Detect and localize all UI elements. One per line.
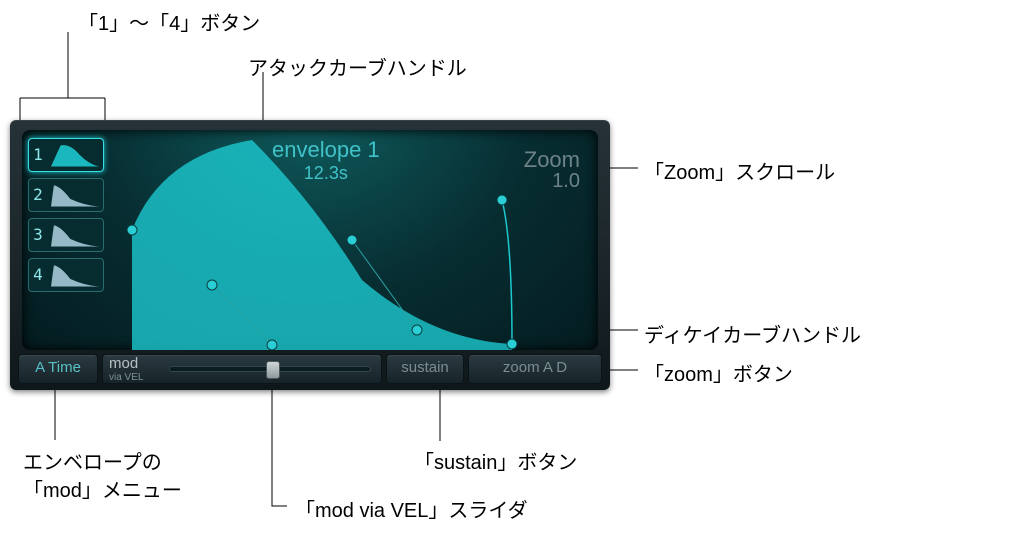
zoom-label: Zoom [524,147,580,172]
env-select-4-label: 4 [29,267,47,283]
env-thumb-4 [51,263,99,287]
envelope-bottom-row: A Time mod via VEL sustain zoom A D [18,354,602,384]
envelope-name: envelope 1 [272,137,380,162]
callout-sustain-button: 「sustain」ボタン [414,446,577,475]
zoom-ad-button[interactable]: zoom A D [468,354,602,384]
callout-attack-handle: アタックカーブハンドル [248,52,467,81]
mod-label-sub: via VEL [109,373,165,383]
env-thumb-2 [51,183,99,207]
callout-mod-menu-line2: 「mod」メニュー [23,474,182,503]
callout-zoom-scroll: 「Zoom」スクロール [644,156,835,185]
envelope-time: 12.3s [272,164,380,184]
callout-decay-handle: ディケイカーブハンドル [644,319,861,348]
sustain-button[interactable]: sustain [386,354,464,384]
release-handle[interactable] [497,195,507,205]
mod-via-vel-slider[interactable] [169,366,371,372]
mod-label-main: mod [109,355,138,372]
envelope-panel: 1 2 3 4 [10,120,610,390]
decay-curve-handle-mid[interactable] [412,325,422,335]
mod-label: mod via VEL [109,356,165,383]
callout-mod-slider: 「mod via VEL」スライダ [295,494,528,523]
env-select-3[interactable]: 3 [28,218,104,252]
decay-curve-handle-upper[interactable] [347,235,357,245]
env-select-2[interactable]: 2 [28,178,104,212]
zoom-scroll[interactable]: Zoom 1.0 [524,148,580,192]
decay-curve-handle[interactable] [507,339,517,349]
env-thumb-1 [51,143,99,167]
attack-curve-handle[interactable] [267,340,277,350]
callout-env-buttons: 「1」〜「4」ボタン [78,7,260,36]
envelope-title: envelope 1 12.3s [272,138,380,184]
callout-zoom-button: 「zoom」ボタン [644,358,793,387]
atime-button[interactable]: A Time [18,354,98,384]
env-select-3-label: 3 [29,227,47,243]
env-thumb-3 [51,223,99,247]
env-select-4[interactable]: 4 [28,258,104,292]
mod-slider-knob[interactable] [266,361,280,379]
env-select-1-label: 1 [29,147,47,163]
envelope-display: 1 2 3 4 [22,130,598,350]
env-select-2-label: 2 [29,187,47,203]
env-select-1[interactable]: 1 [28,138,104,172]
mod-menu[interactable]: mod via VEL [102,354,382,384]
callout-mod-menu-line1: エンベロープの [23,446,162,475]
envelope-start-handle[interactable] [127,225,137,235]
attack-curve-handle-upper[interactable] [207,280,217,290]
zoom-value: 1.0 [524,171,580,192]
